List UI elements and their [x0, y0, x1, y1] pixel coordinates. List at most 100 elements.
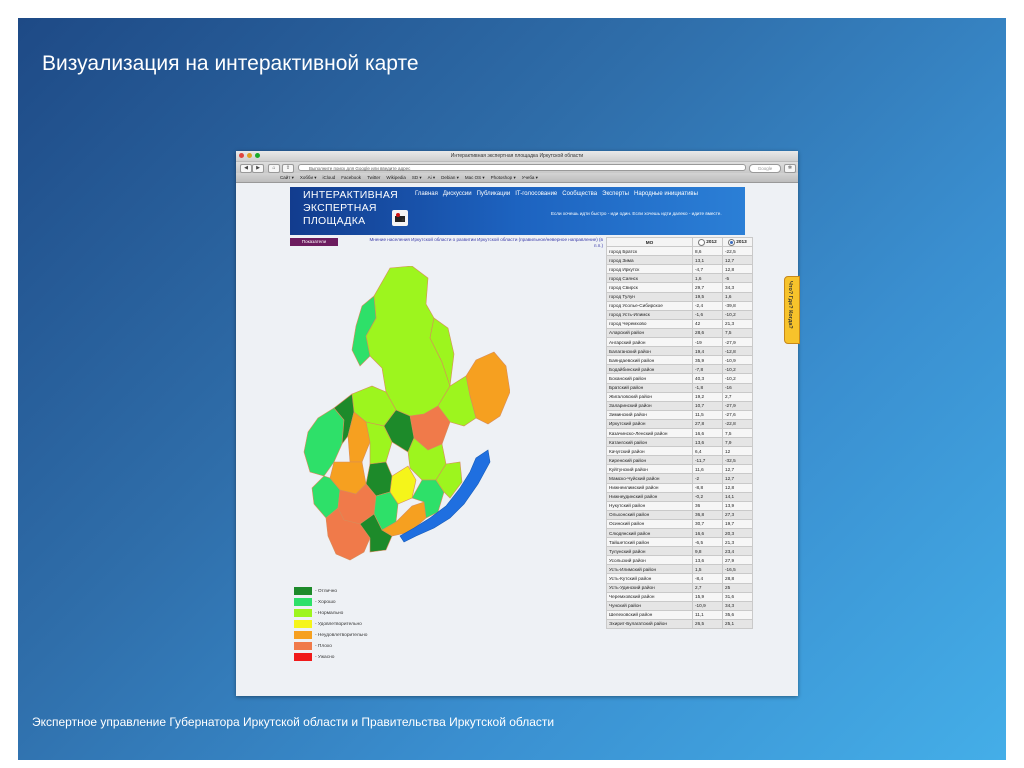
bookmark-item[interactable]: Учеба ▾: [522, 175, 538, 181]
table-row[interactable]: город Усть-Илимск -1,6 -10,2: [606, 309, 753, 320]
value-2013-cell: -10,9: [722, 355, 753, 366]
table-row[interactable]: Качугский район 6,4 12: [606, 446, 753, 457]
bookmark-item[interactable]: Сайт ▾: [280, 175, 294, 181]
indicators-button[interactable]: Показатели: [290, 238, 338, 246]
column-header-2012[interactable]: 2012: [692, 236, 723, 248]
table-row[interactable]: Баяндаевский район 35,9 -10,9: [606, 355, 753, 366]
table-row[interactable]: Казачинско-Ленский район 16,6 7,5: [606, 427, 753, 439]
bookmark-item[interactable]: Mac OS ▾: [465, 175, 485, 181]
table-row[interactable]: город Усолье-Сибирское -2,4 -39,8: [606, 300, 753, 311]
logo-text[interactable]: ИНТЕРАКТИВНАЯ: [303, 189, 398, 201]
coat-of-arms-icon: [392, 210, 408, 226]
table-row[interactable]: Киренский район -11,7 -32,5: [606, 455, 753, 466]
table-row[interactable]: Нукутский район 36 13,9: [606, 500, 753, 511]
table-row[interactable]: Нижнеилимский район -8,8 12,8: [606, 482, 753, 493]
table-row[interactable]: Зиминский район 11,5 -27,6: [606, 409, 753, 420]
table-row[interactable]: Черемховский район 15,9 31,6: [606, 591, 753, 602]
table-row[interactable]: Усть-Илимский район 1,5 -16,5: [606, 564, 753, 575]
table-row[interactable]: Тулунский район 9,8 23,4: [606, 546, 753, 557]
close-window-icon[interactable]: [239, 153, 244, 158]
region-map[interactable]: [300, 266, 510, 566]
table-row[interactable]: город Братск 8,6 -22,5: [606, 246, 753, 257]
nav-experts[interactable]: Эксперты: [602, 191, 629, 197]
share-button[interactable]: ⇪: [282, 164, 294, 173]
forward-button[interactable]: ▶: [252, 164, 264, 173]
value-2012-cell: 26,5: [692, 618, 723, 630]
bookmark-item[interactable]: Photoshop ▾: [491, 175, 516, 181]
table-row[interactable]: Братский район -1,8 -16: [606, 382, 753, 393]
url-field[interactable]: Выполните поиск для Google или введите а…: [298, 164, 746, 171]
logo-text[interactable]: ПЛОЩАДКА: [303, 215, 365, 227]
bookmark-item[interactable]: Facebook: [341, 175, 361, 180]
table-row[interactable]: Мамско-Чуйский район -2 12,7: [606, 473, 753, 484]
table-row[interactable]: Шелеховский район 11,1 35,6: [606, 609, 753, 620]
value-2012-cell: -0,2: [692, 491, 723, 502]
table-row[interactable]: город Иркутск -4,7 12,8: [606, 264, 753, 275]
value-2013-cell: 25: [722, 582, 753, 593]
table-row[interactable]: Заларинский район 10,7 -27,9: [606, 400, 753, 411]
table-row[interactable]: Жигаловский район 19,2 2,7: [606, 391, 753, 402]
nav-communities[interactable]: Сообщества: [562, 191, 597, 197]
table-row[interactable]: город Саянск 1,6 -5: [606, 273, 753, 284]
municipality-cell: Ольхонский район: [606, 509, 693, 520]
bookmark-item[interactable]: iCloud: [323, 175, 336, 180]
radio-2012-icon[interactable]: [698, 238, 706, 246]
nav-it-voting[interactable]: IT-голосование: [515, 191, 557, 197]
table-row[interactable]: Иркутский район 27,8 -22,8: [606, 418, 753, 429]
search-field[interactable]: Google: [749, 164, 781, 173]
table-row[interactable]: Тайшетский район -6,5 21,3: [606, 537, 753, 548]
bookmark-item[interactable]: Debian ▾: [441, 175, 459, 181]
legend-row: - Хорошо: [294, 597, 367, 607]
table-row[interactable]: Чунский район -10,9 34,3: [606, 600, 753, 611]
value-2013-cell: -5: [722, 273, 753, 284]
bookmark-item[interactable]: Wikipedia: [386, 175, 406, 180]
municipality-cell: Балаганский район: [606, 346, 693, 357]
table-row[interactable]: Балаганский район 19,4 -12,8: [606, 346, 753, 357]
table-row[interactable]: Ольхонский район 36,8 27,3: [606, 509, 753, 520]
value-2013-cell: 21,3: [722, 318, 753, 329]
table-row[interactable]: Катангский район 13,6 7,9: [606, 437, 753, 448]
value-2013-cell: -32,5: [722, 455, 753, 466]
nav-home[interactable]: Главная: [415, 191, 438, 197]
table-row[interactable]: Слюдянский район 16,6 20,3: [606, 527, 753, 539]
home-button[interactable]: ⌂: [268, 164, 280, 173]
zoom-window-icon[interactable]: [255, 153, 260, 158]
nav-publications[interactable]: Публикации: [477, 191, 511, 197]
table-row[interactable]: город Зима 13,1 12,7: [606, 255, 753, 266]
radio-2013-icon[interactable]: [728, 238, 736, 246]
page-content: ИНТЕРАКТИВНАЯ ЭКСПЕРТНАЯ ПЛОЩАДКА Главна…: [236, 183, 798, 696]
back-button[interactable]: ◀: [240, 164, 252, 173]
table-row[interactable]: Аларский район 28,6 7,5: [606, 327, 753, 339]
municipality-cell: Бодайбинский район: [606, 364, 693, 375]
table-row[interactable]: Эхирит-Булагатский район 26,5 25,1: [606, 618, 753, 630]
nav-initiatives[interactable]: Народные инициативы: [634, 191, 698, 197]
value-2012-cell: 19,2: [692, 391, 723, 402]
settings-gear-icon[interactable]: ✲: [784, 164, 796, 173]
table-row[interactable]: Куйтунский район 11,6 12,7: [606, 464, 753, 475]
minimize-window-icon[interactable]: [247, 153, 252, 158]
column-header-2013[interactable]: 2013: [722, 236, 753, 248]
bookmark-item[interactable]: Twitter: [367, 175, 380, 180]
ratings-table: МО 2012 2013 город Братск 8,6 -22,5 город З…: [606, 236, 753, 630]
table-row[interactable]: Нижнеудинский район -0,2 14,1: [606, 491, 753, 502]
municipality-cell: Усть-Кутский район: [606, 573, 693, 584]
table-row[interactable]: Ангарский район -19 -27,9: [606, 337, 753, 348]
table-row[interactable]: город Тулун 19,5 1,6: [606, 291, 753, 302]
table-row[interactable]: Усть-Удинский район 2,7 25: [606, 582, 753, 593]
table-row[interactable]: город Черемхово 42 21,3: [606, 318, 753, 329]
table-row[interactable]: Усольский район 13,6 27,9: [606, 555, 753, 566]
table-row[interactable]: Боханский район 40,3 -10,2: [606, 373, 753, 384]
bookmark-item[interactable]: Ai ▾: [428, 175, 436, 181]
table-row[interactable]: Усть-Кутский район -8,4 28,8: [606, 573, 753, 584]
value-2013-cell: 25,1: [722, 618, 753, 630]
value-2012-cell: 8,6: [692, 246, 723, 257]
table-row[interactable]: город Свирск 29,7 34,3: [606, 282, 753, 293]
bookmark-item[interactable]: Хобби ▾: [300, 175, 317, 181]
table-row[interactable]: Бодайбинский район -7,8 -10,2: [606, 364, 753, 375]
bookmark-item[interactable]: SD ▾: [412, 175, 422, 181]
nav-discussions[interactable]: Дискуссии: [443, 191, 472, 197]
logo-text[interactable]: ЭКСПЕРТНАЯ: [303, 202, 377, 214]
side-feedback-tab[interactable]: Что? Где? Когда?: [784, 276, 800, 344]
table-row[interactable]: Осинский район 30,7 19,7: [606, 518, 753, 530]
municipality-cell: Мамско-Чуйский район: [606, 473, 693, 484]
